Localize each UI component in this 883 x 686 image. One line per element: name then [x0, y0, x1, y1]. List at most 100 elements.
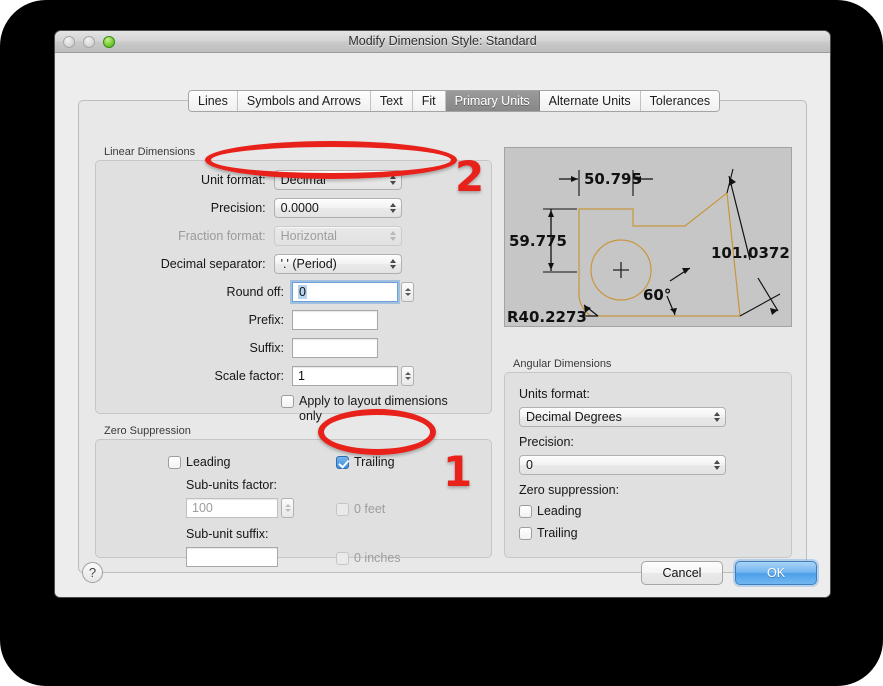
precision-value: 0.0000 [280, 201, 319, 215]
tab-lines[interactable]: Lines [189, 91, 238, 111]
checkbox-icon [519, 527, 532, 540]
zs-zero-feet-label: 0 feet [354, 502, 386, 516]
dimension-style-preview: 50.795 59.775 R40.2273 101.0372 60° [504, 147, 792, 327]
tab-tolerances[interactable]: Tolerances [640, 91, 720, 111]
suffix-label: Suffix: [249, 341, 284, 355]
zs-zero-inches-label: 0 inches [354, 551, 401, 565]
tab-alternate-units[interactable]: Alternate Units [539, 91, 641, 111]
angular-dimensions-group-label: Angular Dimensions [513, 358, 612, 370]
unit-format-value: Decimal [280, 173, 326, 187]
checkbox-checked-icon [336, 456, 349, 469]
preview-dim-top: 50.795 [584, 170, 642, 188]
linear-dimensions-box: Unit format: Decimal Precision: 0.0000 F… [95, 160, 492, 423]
zero-suppression-group-label: Zero Suppression [104, 425, 191, 437]
right-extension-lines [726, 168, 781, 317]
decimal-separator-row: Decimal separator: '.' (Period) [96, 254, 402, 274]
angle-arrow-lower [670, 308, 677, 314]
tab-primary-units[interactable]: Primary Units [445, 91, 540, 111]
chevron-updown-icon [390, 203, 396, 213]
unit-format-select[interactable]: Decimal [273, 170, 402, 190]
apply-to-layout-dimensions-checkbox[interactable]: Apply to layout dimensions only [281, 394, 471, 424]
preview-dim-right: 101.0372 [711, 244, 790, 262]
angular-dimensions-box: Units format: Decimal Degrees Precision:… [504, 372, 792, 558]
fraction-format-row: Fraction format: Horizontal [96, 226, 402, 246]
checkbox-icon [281, 395, 294, 408]
tab-bar: Lines Symbols and Arrows Text Fit Primar… [188, 90, 721, 112]
preview-drawing: 50.795 59.775 R40.2273 101.0372 60° [507, 168, 790, 326]
round-off-stepper[interactable] [401, 282, 414, 302]
chevron-updown-icon [390, 259, 396, 269]
window-body: Lines Symbols and Arrows Text Fit Primar… [55, 53, 830, 597]
preview-dim-radius: R40.2273 [507, 308, 587, 326]
round-off-label: Round off: [226, 285, 284, 299]
tab-symbols-and-arrows[interactable]: Symbols and Arrows [237, 91, 371, 111]
screenshot-root: Modify Dimension Style: Standard Lines S… [0, 0, 883, 686]
sub-units-factor-value: 100 [192, 501, 213, 515]
round-off-input[interactable]: 0 [292, 282, 398, 302]
scale-factor-stepper[interactable] [401, 366, 414, 386]
precision-row: Precision: 0.0000 [96, 198, 402, 218]
scale-factor-row: Scale factor: 1 [96, 366, 416, 386]
sub-unit-suffix-label: Sub-unit suffix: [186, 527, 269, 541]
zs-zero-feet-checkbox: 0 feet [336, 502, 385, 517]
sub-unit-suffix-input [186, 547, 278, 567]
tab-fit[interactable]: Fit [412, 91, 446, 111]
round-off-row: Round off: 0 [96, 282, 416, 302]
scale-factor-input[interactable]: 1 [292, 366, 398, 386]
zs-trailing-label: Trailing [354, 455, 395, 469]
zs-trailing-checkbox[interactable]: Trailing [336, 455, 395, 470]
help-button[interactable]: ? [82, 562, 103, 583]
sub-units-factor-stepper [281, 498, 294, 518]
fraction-format-value: Horizontal [280, 229, 337, 243]
angular-leading-checkbox[interactable]: Leading [519, 504, 582, 519]
precision-select[interactable]: 0.0000 [273, 198, 402, 218]
zs-zero-inches-checkbox: 0 inches [336, 551, 401, 566]
apply-to-layout-dimensions-label: Apply to layout dimensions only [299, 394, 448, 423]
sub-units-factor-row: 100 [186, 498, 294, 518]
fraction-format-label: Fraction format: [178, 229, 266, 243]
prefix-row: Prefix: [96, 310, 402, 330]
prefix-input[interactable] [292, 310, 378, 330]
unit-format-row: Unit format: Decimal [96, 170, 402, 190]
angular-dimensions-group: Angular Dimensions Units format: Decimal… [504, 358, 792, 558]
angular-trailing-checkbox[interactable]: Trailing [519, 526, 578, 541]
angular-precision-select[interactable]: 0 [519, 455, 726, 475]
suffix-input[interactable] [292, 338, 378, 358]
angular-precision-label: Precision: [519, 435, 574, 449]
angular-units-format-value: Decimal Degrees [526, 410, 622, 424]
sub-units-factor-label: Sub-units factor: [186, 478, 278, 492]
center-mark [613, 262, 629, 278]
linear-dimensions-group-label: Linear Dimensions [104, 146, 196, 158]
linear-dimensions-group: Linear Dimensions Unit format: Decimal P… [95, 146, 492, 423]
angular-zero-suppression-label: Zero suppression: [519, 483, 620, 497]
suffix-row: Suffix: [96, 338, 402, 358]
zs-leading-checkbox[interactable]: Leading [168, 455, 231, 470]
precision-label: Precision: [210, 201, 266, 215]
decimal-separator-label: Decimal separator: [160, 257, 266, 271]
scale-factor-label: Scale factor: [214, 369, 284, 383]
decimal-separator-select[interactable]: '.' (Period) [273, 254, 402, 274]
primary-units-panel: Linear Dimensions Unit format: Decimal P… [78, 100, 807, 573]
angular-precision-value: 0 [526, 458, 533, 472]
ok-button[interactable]: OK [735, 561, 817, 585]
cancel-button[interactable]: Cancel [641, 561, 723, 585]
angular-units-format-label: Units format: [519, 387, 590, 401]
zs-leading-label: Leading [186, 455, 231, 469]
chevron-updown-icon [714, 460, 720, 470]
scale-factor-value: 1 [298, 369, 305, 383]
round-off-value: 0 [298, 285, 307, 299]
angular-leading-label: Leading [537, 504, 582, 518]
tab-text[interactable]: Text [370, 91, 413, 111]
window-title: Modify Dimension Style: Standard [348, 34, 537, 48]
window-titlebar[interactable]: Modify Dimension Style: Standard [55, 31, 830, 53]
angular-units-format-select[interactable]: Decimal Degrees [519, 407, 726, 427]
chevron-updown-icon [714, 412, 720, 422]
unit-format-label: Unit format: [201, 173, 266, 187]
zero-suppression-group: Zero Suppression Leading Trailing Sub-un… [95, 425, 492, 567]
checkbox-icon [336, 552, 349, 565]
prefix-label: Prefix: [248, 313, 284, 327]
chevron-updown-icon [390, 231, 396, 241]
modify-dimension-style-window: Modify Dimension Style: Standard Lines S… [55, 31, 830, 597]
chevron-updown-icon [390, 175, 396, 185]
fraction-format-select: Horizontal [273, 226, 402, 246]
